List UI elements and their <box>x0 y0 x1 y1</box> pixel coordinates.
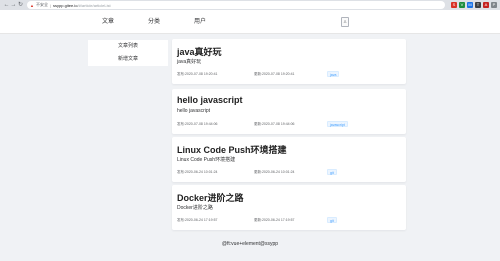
article-description: Linux Code Push环境搭建 <box>177 157 236 163</box>
sidebar: 文章列表 新增文章 <box>88 40 168 66</box>
article-created-time: 发布:2020-06-24 10:01:24 <box>177 170 218 174</box>
extension-blue-icon[interactable]: M <box>467 2 473 8</box>
article-title[interactable]: Docker进阶之路 <box>177 191 244 204</box>
user-avatar-icon[interactable]: ♙ <box>341 17 349 27</box>
article-created-time: 发布:2020-06-24 17:19:57 <box>177 218 218 222</box>
address-bar[interactable]: ▲ 不安全 | ssypp.gitee.io /#/article/articl… <box>27 1 445 9</box>
sidebar-item-article-list[interactable]: 文章列表 <box>88 40 168 53</box>
address-separator: | <box>49 2 52 8</box>
extension-dark-icon[interactable]: T <box>475 2 481 8</box>
article-card[interactable]: hello javascript hello javascript 发布:202… <box>172 89 406 134</box>
article-updated-time: 更新:2020-06-24 10:01:24 <box>254 170 295 174</box>
nav-item-articles[interactable]: 文章 <box>102 10 114 34</box>
article-tag[interactable]: java <box>327 71 340 77</box>
browser-toolbar: ← → ↻ ▲ 不安全 | ssypp.gitee.io /#/article/… <box>0 0 500 10</box>
article-updated-time: 更新:2020-06-24 17:19:57 <box>254 218 295 222</box>
article-tag[interactable]: git <box>327 169 337 175</box>
article-description: java真好玩 <box>177 59 202 65</box>
page-footer: @ft:vue+element@ssypp <box>221 241 279 247</box>
article-card[interactable]: Docker进阶之路 Docker进阶之路 发布:2020-06-24 17:1… <box>172 185 406 230</box>
article-created-time: 发布:2020-07-08 19:20:41 <box>177 72 218 76</box>
warning-icon: ▲ <box>30 2 34 8</box>
extension-gray-icon[interactable]: P <box>491 2 497 8</box>
article-created-time: 发布:2020-07-08 19:44:06 <box>177 122 218 126</box>
nav-item-categories[interactable]: 分类 <box>148 10 160 34</box>
article-tag[interactable]: git <box>327 217 337 223</box>
article-title[interactable]: java真好玩 <box>177 45 222 58</box>
article-updated-time: 更新:2020-07-08 19:20:41 <box>254 72 295 76</box>
top-header: 文章 分类 用户 ♙ <box>0 10 500 34</box>
article-card[interactable]: java真好玩 java真好玩 发布:2020-07-08 19:20:41 更… <box>172 39 406 84</box>
article-tag[interactable]: javascript <box>327 121 348 127</box>
extension-red-icon[interactable]: S <box>451 2 457 8</box>
reload-icon[interactable]: ↻ <box>17 1 24 9</box>
article-title[interactable]: hello javascript <box>177 95 243 105</box>
sidebar-item-new-article[interactable]: 新增文章 <box>88 53 168 66</box>
forward-icon[interactable]: → <box>10 1 17 9</box>
nav-item-users[interactable]: 用户 <box>194 10 206 34</box>
url-path: /#/article/articleList <box>77 2 111 8</box>
article-description: Docker进阶之路 <box>177 205 213 211</box>
article-card[interactable]: Linux Code Push环境搭建 Linux Code Push环境搭建 … <box>172 137 406 182</box>
extension-red2-icon[interactable]: A <box>483 2 489 8</box>
back-icon[interactable]: ← <box>3 1 10 9</box>
insecure-label: 不安全 <box>35 2 48 7</box>
extension-green-icon[interactable]: V <box>459 2 465 8</box>
extension-bar: SVMTAP <box>451 2 497 8</box>
url-host: ssypp.gitee.io <box>53 2 78 8</box>
article-title[interactable]: Linux Code Push环境搭建 <box>177 143 287 156</box>
article-updated-time: 更新:2020-07-08 19:44:06 <box>254 122 295 126</box>
article-description: hello javascript <box>177 108 211 114</box>
